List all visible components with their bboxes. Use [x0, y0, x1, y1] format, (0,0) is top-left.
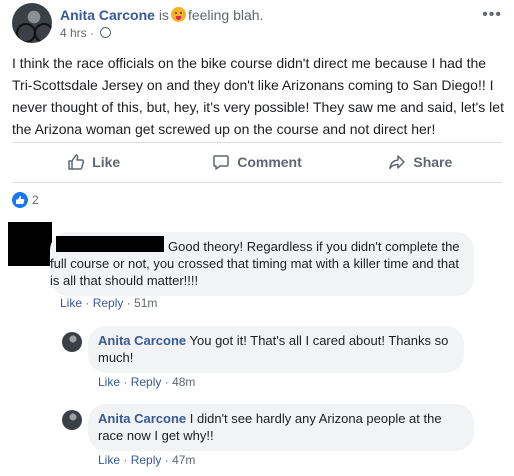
comment-reply-link[interactable]: Reply	[93, 296, 124, 310]
reply-author-name[interactable]: Anita Carcone	[98, 411, 186, 426]
reply-time[interactable]: 47m	[172, 453, 195, 467]
reply-like-link[interactable]: Like	[98, 375, 120, 389]
reply-meta: Like · Reply · 47m	[98, 453, 196, 467]
post-author-name[interactable]: Anita Carcone	[60, 7, 155, 23]
feeling-emoji-icon	[170, 7, 186, 22]
like-label: Like	[92, 154, 121, 170]
reply-like-link[interactable]: Like	[98, 453, 120, 467]
redacted-avatar	[8, 222, 52, 266]
post-title-line: Anita Carcone is feeling blah.	[60, 6, 263, 24]
comment-label: Comment	[237, 154, 302, 170]
post-header: Anita Carcone is feeling blah. 4 hrs · ••…	[0, 0, 514, 46]
post-body-text: I think the race officials on the bike c…	[12, 55, 504, 137]
reply-time[interactable]: 48m	[172, 375, 195, 389]
reply-avatar[interactable]	[62, 332, 82, 352]
reaction-count: 2	[32, 193, 39, 207]
divider	[12, 182, 502, 183]
like-reaction-icon	[12, 192, 28, 208]
comment-button[interactable]: Comment	[175, 146, 338, 178]
post-timestamp[interactable]: 4 hrs	[60, 26, 87, 40]
reply-avatar[interactable]	[62, 410, 82, 430]
comment-time[interactable]: 51m	[134, 296, 157, 310]
share-label: Share	[413, 154, 453, 170]
post-actions-bar: Like Comment Share	[12, 146, 502, 178]
comment-meta: Like · Reply · 51m	[60, 296, 158, 310]
reply-bubble: Anita Carcone You got it! That's all I c…	[88, 326, 464, 373]
post-meta: 4 hrs ·	[60, 26, 112, 40]
comment-like-link[interactable]: Like	[60, 296, 82, 310]
divider	[12, 142, 502, 143]
reactions-summary[interactable]: 2	[12, 192, 39, 208]
redacted-commenter-name	[56, 236, 164, 252]
comment-icon	[213, 155, 229, 170]
author-avatar[interactable]	[12, 3, 52, 43]
share-button[interactable]: Share	[339, 146, 502, 178]
reply-author-name[interactable]: Anita Carcone	[98, 333, 186, 348]
reply-reply-link[interactable]: Reply	[131, 375, 162, 389]
public-globe-icon	[100, 27, 112, 38]
reply-reply-link[interactable]: Reply	[131, 453, 162, 467]
reply-bubble: Anita Carcone I didn't see hardly any Ar…	[88, 404, 474, 451]
thumbs-up-icon	[68, 154, 85, 170]
like-button[interactable]: Like	[12, 146, 175, 178]
share-icon	[389, 155, 406, 170]
more-options-icon[interactable]: •••	[482, 6, 502, 24]
meta-separator: ·	[90, 26, 95, 40]
feeling-text: feeling blah.	[187, 7, 264, 23]
reply-meta: Like · Reply · 48m	[98, 375, 196, 389]
is-word: is	[158, 7, 169, 23]
